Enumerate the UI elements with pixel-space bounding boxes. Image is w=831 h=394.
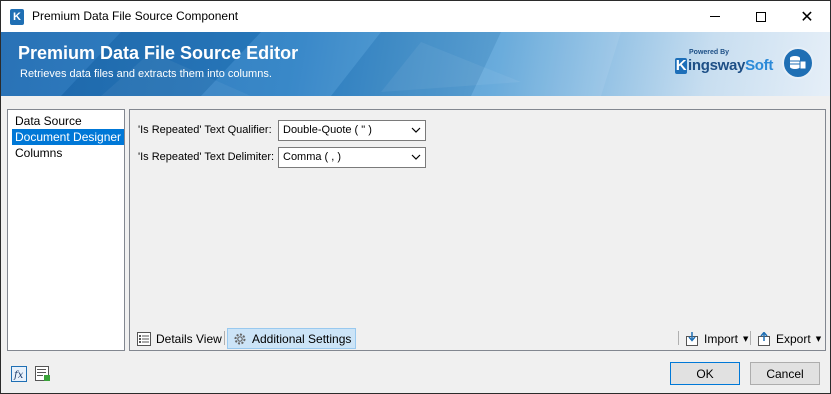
export-dropdown-button[interactable]: Export ▼: [752, 328, 825, 349]
svg-text:fx: fx: [13, 370, 24, 381]
nav-item-data-source[interactable]: Data Source: [12, 113, 85, 129]
close-button[interactable]: ✕: [784, 1, 830, 32]
kingswaysoft-app-icon: K: [10, 9, 24, 25]
chevron-down-icon: [411, 127, 421, 133]
kingswaysoft-logo: Powered By KingswaySoft: [675, 49, 775, 79]
ok-button[interactable]: OK: [670, 362, 740, 385]
nav-item-document-designer[interactable]: Document Designer: [12, 129, 125, 145]
caret-down-icon: ▼: [743, 334, 749, 343]
caret-down-icon: ▼: [815, 334, 822, 343]
details-view-label: Details View: [156, 331, 222, 346]
nav-item-columns[interactable]: Columns: [12, 145, 65, 161]
chevron-down-icon: [411, 154, 421, 160]
text-qualifier-dropdown[interactable]: Double-Quote ( " ): [278, 120, 426, 141]
import-label: Import: [704, 331, 739, 346]
gear-icon: [232, 331, 248, 347]
additional-settings-panel: 'Is Repeated' Text Qualifier: Double-Quo…: [129, 109, 826, 351]
details-view-button[interactable]: Details View: [132, 328, 226, 349]
import-dropdown-button[interactable]: Import ▼: [680, 328, 752, 349]
maximize-button[interactable]: [738, 1, 784, 32]
panel-toolbar: Details View Additional Settings Import …: [130, 326, 825, 350]
text-delimiter-label: 'Is Repeated' Text Delimiter:: [138, 151, 275, 163]
expression-fx-icon[interactable]: fx: [11, 366, 27, 382]
minimize-button[interactable]: [692, 1, 738, 32]
dialog-window: K Premium Data File Source Component ✕ P…: [0, 0, 831, 394]
minimize-icon: [710, 16, 720, 17]
cancel-button[interactable]: Cancel: [750, 362, 820, 385]
text-qualifier-label: 'Is Repeated' Text Qualifier:: [138, 124, 272, 136]
export-icon: [756, 331, 772, 347]
banner-subtitle: Retrieves data files and extracts them i…: [20, 68, 272, 80]
editor-banner: Premium Data File Source Editor Retrieve…: [1, 32, 830, 96]
export-label: Export: [776, 331, 811, 346]
toolbar-separator: [224, 331, 225, 345]
page-navigation-list: Data Source Document Designer Columns: [7, 109, 125, 351]
toolbar-separator: [750, 331, 751, 345]
text-delimiter-dropdown[interactable]: Comma ( , ): [278, 147, 426, 168]
brand-name: KingswaySoft: [675, 57, 774, 74]
close-icon: ✕: [800, 6, 814, 26]
banner-title: Premium Data File Source Editor: [18, 43, 299, 63]
additional-settings-label: Additional Settings: [252, 331, 352, 346]
database-icon: [782, 47, 814, 79]
variables-icon[interactable]: [35, 366, 51, 382]
text-qualifier-value: Double-Quote ( " ): [283, 124, 372, 136]
import-icon: [684, 331, 700, 347]
text-delimiter-value: Comma ( , ): [283, 151, 342, 163]
title-bar[interactable]: K Premium Data File Source Component ✕: [1, 1, 830, 32]
brand-powered-by: Powered By: [689, 49, 730, 56]
additional-settings-button[interactable]: Additional Settings: [227, 328, 357, 349]
maximize-icon: [756, 11, 766, 22]
window-title: Premium Data File Source Component: [32, 9, 239, 23]
details-view-icon: [136, 331, 152, 347]
toolbar-separator: [678, 331, 679, 345]
